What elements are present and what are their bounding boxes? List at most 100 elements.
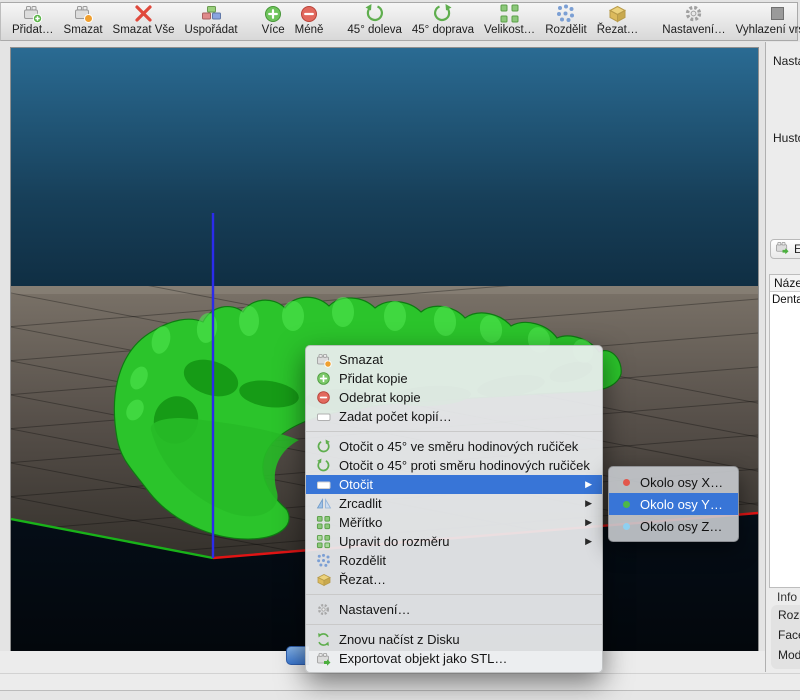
menu-item-otocit-45-cw[interactable]: Otočit o 45° ve směru hodinových ručiček [306,437,602,456]
menu-item-label: Zrcadlit [339,496,579,511]
menu-item-exportovat-stl[interactable]: Exportovat objekt jako STL… [306,649,602,668]
delete-object-icon [73,3,94,24]
split-icon [555,3,576,24]
menu-item-meritko[interactable]: Měřítko ▶ [306,513,602,532]
cut-icon [607,3,628,24]
object-list-header: Název [770,275,800,292]
export-button[interactable]: E [770,239,800,259]
menu-item-otocit-45-ccw[interactable]: Otočit o 45° proti směru hodinových ruči… [306,456,602,475]
minus-circle-icon [299,3,319,24]
submenu-item-okolo-osy-x[interactable]: Okolo osy X… [609,471,738,493]
menu-item-label: Exportovat objekt jako STL… [339,651,592,666]
menu-item-rozdelit[interactable]: Rozdělit [306,551,602,570]
menu-item-label: Upravit do rozměru [339,534,579,549]
print-settings-label: Nastav [773,54,800,68]
slicer-app-window: { "toolbar": { "items": [ {"label": "Při… [0,0,800,699]
info-row-model: Mod [771,645,800,665]
delete-all-icon [133,3,154,24]
toolbar-button-label: Smazat [64,24,103,37]
menu-item-znovu-nacist[interactable]: Znovu načíst z Disku [306,630,602,649]
toolbar-scale-button[interactable]: Velikost… [479,2,540,38]
menu-item-label: Znovu načíst z Disku [339,632,592,647]
toolbar-button-label: Přidat… [12,24,54,37]
export-button-label: E [794,242,800,256]
submenu-item-okolo-osy-z[interactable]: Okolo osy Z… [609,515,738,537]
info-title: Info [777,590,797,604]
menu-item-zrcadlit[interactable]: Zrcadlit ▶ [306,494,602,513]
toolbar-fewer-button[interactable]: Méně [290,2,329,38]
rotate-cw-icon [315,439,332,455]
menu-item-rezat[interactable]: Řezat… [306,570,602,589]
toolbar-button-label: Méně [295,24,324,37]
minus-circle-icon [315,390,332,406]
rotate-submenu-icon [315,477,332,493]
menu-item-smazat[interactable]: Smazat [306,350,602,369]
info-row-facets: Face [771,625,800,645]
rotate-right-icon [432,3,453,24]
submenu-item-label: Okolo osy Z… [640,519,722,534]
menu-item-label: Otočit o 45° proti směru hodinových ruči… [339,458,592,473]
toolbar-delete-button[interactable]: Smazat [59,2,108,38]
axis-z-dot-icon [623,523,630,530]
object-list-row[interactable]: Dental_ [770,292,800,307]
menu-item-label: Otočit o 45° ve směru hodinových ručiček [339,439,592,454]
menu-separator [306,624,602,625]
copies-count-icon [315,409,332,425]
gear-icon [683,3,704,24]
menu-item-label: Odebrat kopie [339,390,592,405]
submenu-arrow-icon: ▶ [585,517,592,528]
add-object-icon [22,3,43,24]
toolbar-button-label: Řezat… [597,24,639,37]
menu-separator [306,431,602,432]
menu-item-odebrat-kopie[interactable]: Odebrat kopie [306,388,602,407]
toolbar-layer-smoothing-button[interactable]: Vyhlazení vrstev [731,2,800,38]
plus-circle-icon [315,371,332,387]
plus-circle-icon [263,3,283,24]
toolbar-button-label: Uspořádat [185,24,238,37]
axis-y-dot-icon [623,501,630,508]
toolbar-button-label: Více [262,24,285,37]
info-row-size: Rozm [771,605,800,625]
menu-item-label: Smazat [339,352,592,367]
toolbar-more-button[interactable]: Více [257,2,290,38]
toolbar-add-button[interactable]: Přidat… [7,2,59,38]
toolbar-arrange-button[interactable]: Uspořádat [180,2,243,38]
submenu-item-label: Okolo osy Y… [640,497,723,512]
submenu-arrow-icon: ▶ [585,536,592,547]
submenu-item-okolo-osy-y[interactable]: Okolo osy Y… [609,493,738,515]
object-list[interactable]: Název Dental_ [769,274,800,588]
menu-item-pridat-kopie[interactable]: Přidat kopie [306,369,602,388]
toolbar-delete-all-button[interactable]: Smazat Vše [108,2,180,38]
menu-item-label: Měřítko [339,515,579,530]
context-menu: Smazat Přidat kopie Odebrat kopie Zadat … [305,345,603,673]
toolbar-rotate-right-button[interactable]: 45° doprava [407,2,479,38]
toolbar-button-label: 45° doprava [412,24,474,37]
layer-smoothing-icon [767,3,788,24]
delete-object-icon [315,352,332,368]
rotate-submenu: Okolo osy X… Okolo osy Y… Okolo osy Z… [608,466,739,542]
axis-x-dot-icon [623,479,630,486]
info-box: Rozm Face Mod [771,605,800,669]
toolbar-settings-button[interactable]: Nastavení… [657,2,730,38]
menu-item-label: Přidat kopie [339,371,592,386]
toolbar-button-label: Vyhlazení vrstev [736,24,800,37]
menu-separator [306,594,602,595]
density-label: Husto [773,131,800,145]
rotate-left-icon [364,3,385,24]
toolbar-cut-button[interactable]: Řezat… [592,2,644,38]
menu-item-zadat-pocet-kopii[interactable]: Zadat počet kopií… [306,407,602,426]
arrange-icon [201,3,222,24]
split-icon [315,553,332,569]
submenu-item-label: Okolo osy X… [640,475,723,490]
toolbar-split-button[interactable]: Rozdělit [540,2,592,38]
toolbar-button-label: Nastavení… [662,24,725,37]
right-panel: Nastav Husto E Název Dental_ Info Rozm F… [766,42,800,672]
menu-item-otocit[interactable]: Otočit ▶ [306,475,602,494]
bottom-divider [0,673,800,674]
toolbar-button-label: Velikost… [484,24,535,37]
menu-item-upravit-do-rozmeru[interactable]: Upravit do rozměru ▶ [306,532,602,551]
toolbar-rotate-left-button[interactable]: 45° doleva [342,2,406,38]
toolbar-button-label: 45° doleva [347,24,401,37]
menu-item-nastaveni[interactable]: Nastavení… [306,600,602,619]
mirror-icon [315,496,332,512]
